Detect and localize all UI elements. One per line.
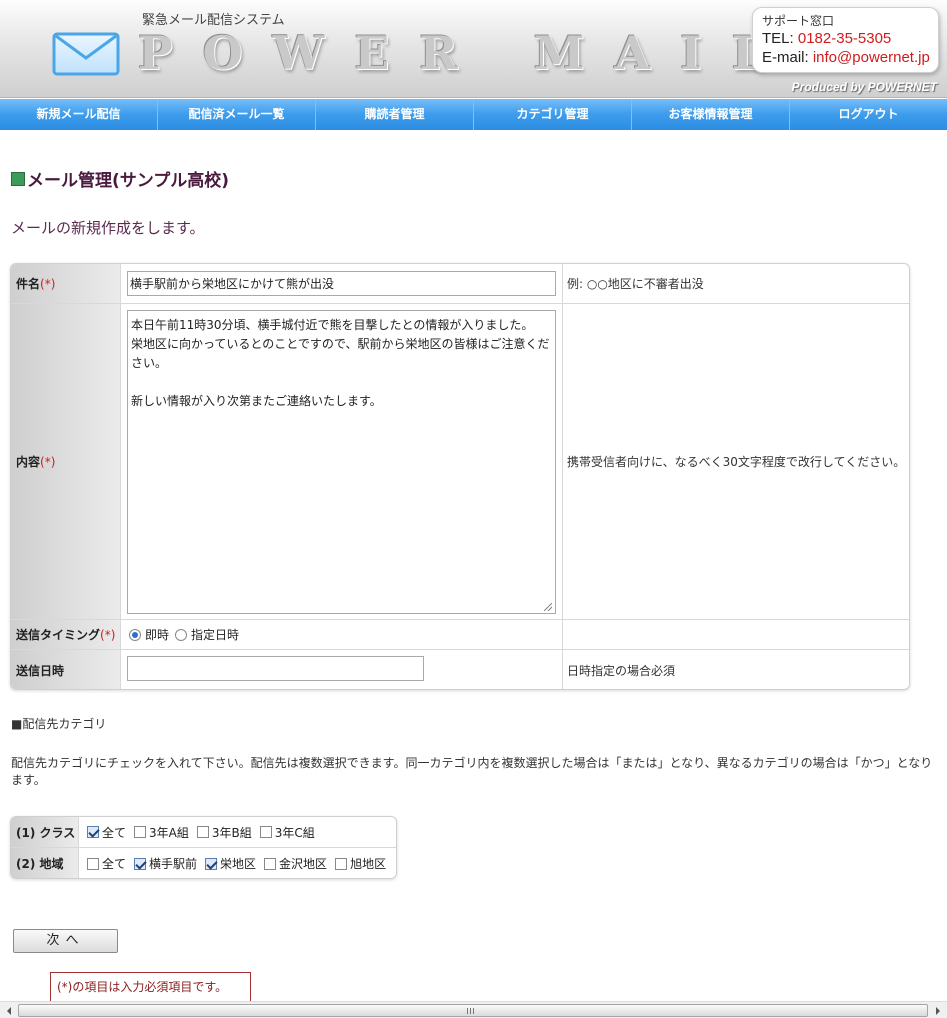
nav-item-sent-mail-list[interactable]: 配信済メール一覧 — [158, 99, 316, 130]
send-datetime-label: 送信日時 — [16, 663, 65, 678]
class-3c-checkbox[interactable] — [259, 826, 272, 838]
body-label: 内容 — [16, 455, 41, 469]
tel-value: 0182-35-5305 — [797, 30, 892, 47]
nav-item-customer-info[interactable]: お客様情報管理 — [632, 99, 790, 130]
send-datetime-input[interactable] — [127, 656, 424, 681]
class-3a-label[interactable]: 3年A組 — [149, 824, 189, 841]
category-heading: ■配信先カテゴリ — [11, 717, 107, 731]
body-note: 携帯受信者向けに、なるべく30文字程度で改行してください。 — [567, 455, 906, 469]
send-datetime-label-cell: 送信日時 — [11, 650, 121, 689]
scrollbar-thumb[interactable] — [18, 1004, 928, 1017]
category-label-area: (2) 地域 — [11, 848, 79, 878]
timing-label-cell: 送信タイミング (*) — [11, 620, 121, 649]
page-title-text: メール管理(サンプル高校) — [27, 171, 230, 191]
area-asahi-checkbox[interactable] — [335, 857, 348, 870]
class-all-checkbox[interactable] — [87, 826, 99, 838]
category-label-class: (1) クラス — [11, 817, 79, 847]
subject-note: 例: ○○地区に不審者出没 — [567, 277, 704, 291]
body-input-cell: 本日午前11時30分頃、横手城付近で熊を目撃したとの情報が入りました。 栄地区に… — [121, 304, 563, 619]
tel-label: TEL: — [762, 30, 794, 47]
category-options-area: 全て 横手駅前 栄地区 金沢地区 旭地区 — [87, 848, 394, 878]
nav-item-new-mail[interactable]: 新規メール配信 — [0, 99, 158, 130]
required-fields-note: (*)の項目は入力必須項目です。 — [50, 972, 251, 1002]
nav-item-logout[interactable]: ログアウト — [790, 99, 947, 130]
timing-scheduled-label[interactable]: 指定日時 — [191, 626, 239, 643]
main-nav: 新規メール配信 配信済メール一覧 購読者管理 カテゴリ管理 お客様情報管理 ログ… — [0, 99, 947, 130]
area-kanazawa-checkbox[interactable] — [264, 857, 277, 870]
body-label-cell: 内容 (*) — [11, 304, 121, 619]
produced-by: Produced by POWERNET — [791, 80, 937, 94]
category-row-class: (1) クラス 全て 3年A組 3年B組 3年C組 — [11, 817, 396, 848]
area-sakae-checkbox[interactable] — [205, 857, 218, 870]
subject-label-cell: 件名 (*) — [11, 264, 121, 303]
body-row: 内容 (*) 本日午前11時30分頃、横手城付近で熊を目撃したとの情報が入りました… — [11, 304, 909, 620]
area-asahi-label[interactable]: 旭地区 — [350, 855, 386, 872]
required-mark: (*) — [40, 276, 56, 291]
timing-scheduled-radio[interactable] — [175, 628, 188, 641]
page-title: メール管理(サンプル高校) — [11, 166, 229, 191]
area-all-checkbox[interactable] — [87, 857, 99, 870]
support-email: E-mail: info@powernet.jp — [762, 48, 930, 67]
nav-item-categories[interactable]: カテゴリ管理 — [474, 99, 632, 130]
timing-input-cell: 即時 指定日時 — [121, 620, 563, 649]
area-yokote-ekimae-checkbox[interactable] — [134, 857, 147, 870]
scroll-right-arrow-icon[interactable] — [930, 1003, 946, 1018]
horizontal-scrollbar[interactable] — [0, 1001, 947, 1018]
support-tel: TEL: 0182-35-5305 — [762, 29, 929, 48]
body-textarea[interactable]: 本日午前11時30分頃、横手城付近で熊を目撃したとの情報が入りました。 栄地区に… — [127, 310, 556, 614]
support-box: サポート窓口 TEL: 0182-35-5305 E-mail: info@po… — [752, 7, 939, 73]
title-marker-icon — [11, 171, 25, 186]
timing-radio-group: 即時 指定日時 — [129, 620, 245, 649]
required-mark: (*) — [40, 454, 56, 469]
class-3c-label[interactable]: 3年C組 — [275, 824, 315, 841]
next-button[interactable]: 次へ — [13, 929, 118, 953]
required-mark: (*) — [100, 627, 116, 642]
email-label: E-mail: — [762, 49, 809, 66]
category-description: 配信先カテゴリにチェックを入れて下さい。配信先は複数選択できます。同一カテゴリ内… — [11, 756, 933, 787]
category-table: (1) クラス 全て 3年A組 3年B組 3年C組 (2) 地域 全て 横手駅前… — [10, 816, 397, 879]
send-datetime-note: 日時指定の場合必須 — [567, 663, 676, 678]
category-row-area: (2) 地域 全て 横手駅前 栄地区 金沢地区 旭地区 — [11, 848, 396, 878]
envelope-icon — [52, 32, 120, 76]
class-3b-checkbox[interactable] — [196, 826, 209, 838]
area-sakae-label[interactable]: 栄地区 — [220, 855, 256, 872]
support-title: サポート窓口 — [762, 14, 835, 28]
nav-item-subscribers[interactable]: 購読者管理 — [316, 99, 474, 130]
header: 緊急メール配信システム POWER MAIL サポート窓口 TEL: 0182-… — [0, 0, 947, 98]
class-all-label[interactable]: 全て — [102, 824, 126, 841]
area-yokote-ekimae-label[interactable]: 横手駅前 — [149, 855, 197, 872]
page-description: メールの新規作成をします。 — [11, 219, 205, 237]
area-all-label[interactable]: 全て — [102, 855, 126, 872]
subject-label: 件名 — [16, 277, 41, 291]
mail-form: 件名 (*) 横手駅前から栄地区にかけて熊が出没 例: ○○地区に不審者出没 内容… — [10, 263, 910, 690]
timing-label: 送信タイミング — [16, 628, 101, 642]
email-value[interactable]: info@powernet.jp — [813, 49, 930, 66]
logo: POWER MAIL — [138, 26, 795, 80]
timing-immediate-radio[interactable] — [129, 628, 141, 641]
resize-grip-icon[interactable] — [544, 603, 552, 611]
timing-immediate-label[interactable]: 即時 — [145, 626, 169, 643]
area-kanazawa-label[interactable]: 金沢地区 — [279, 855, 327, 872]
subject-row: 件名 (*) 横手駅前から栄地区にかけて熊が出没 例: ○○地区に不審者出没 — [11, 264, 909, 304]
send-datetime-input-cell — [121, 650, 563, 689]
category-options-class: 全て 3年A組 3年B組 3年C組 — [87, 817, 323, 847]
timing-row: 送信タイミング (*) 即時 指定日時 — [11, 620, 909, 650]
timing-note — [563, 620, 909, 649]
scroll-left-arrow-icon[interactable] — [1, 1003, 17, 1018]
subject-input-cell: 横手駅前から栄地区にかけて熊が出没 — [121, 264, 563, 303]
send-datetime-row: 送信日時 日時指定の場合必須 — [11, 650, 909, 689]
class-3a-checkbox[interactable] — [134, 826, 147, 838]
scrollbar-grip-icon — [467, 1008, 475, 1014]
class-3b-label[interactable]: 3年B組 — [212, 824, 252, 841]
subject-input[interactable]: 横手駅前から栄地区にかけて熊が出没 — [127, 271, 556, 296]
